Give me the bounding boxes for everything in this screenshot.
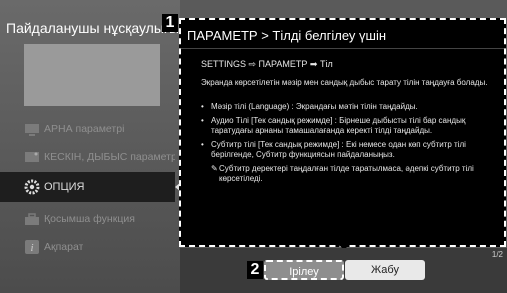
menu-item-picture-sound[interactable]: КЕСКІН, ДЫБЫС параметр: [0, 142, 175, 172]
dialog-description: Экранда көрсетілетін мәзір мен сандық ды…: [201, 78, 488, 87]
menu-item-label: АРНА параметрі: [44, 123, 125, 135]
menu-item-label: Қосымша функция: [44, 213, 135, 225]
note-text: Субтитр деректері таңдалған тілде тараты…: [219, 163, 474, 184]
bullet-icon: •: [201, 102, 204, 111]
menu-item-label: КЕСКІН, ДЫБЫС параметр: [44, 151, 175, 163]
menu-path: SETTINGS ⇨ ПАРАМЕТР ➡ Тіл: [201, 59, 333, 69]
bullet-text: Мәзір тілі (Language) : Экрандағы мәтін …: [211, 102, 418, 111]
left-panel: Пайдаланушы нұсқаулығы АРНА параметрі КЕ…: [0, 0, 181, 293]
tv-icon: [24, 121, 40, 137]
menu-item-channel[interactable]: АРНА параметрі: [0, 114, 175, 144]
note: ✎ Субтитр деректері таңдалған тілде тара…: [211, 164, 501, 185]
prev-button[interactable]: Ірілеу: [264, 260, 344, 280]
dialog-title: ПАРАМЕТР > Тілді белгілеу үшін: [187, 28, 387, 43]
menu-item-label: Ақпарат: [44, 241, 84, 253]
list-item: • Субтитр тілі [Тек сандық режимде] : Ек…: [201, 140, 501, 161]
menu-item-option[interactable]: ОПЦИЯ: [0, 172, 181, 202]
list-item: • Аудио Тілі [Тек сандық режимде] : Бірн…: [201, 116, 501, 137]
gear-icon: [24, 179, 40, 195]
callout-badge-1: 1: [162, 14, 178, 32]
picture-icon: [24, 149, 40, 165]
screen: Пайдаланушы нұсқаулығы АРНА параметрі КЕ…: [0, 0, 507, 293]
menu-item-label: ОПЦИЯ: [44, 181, 85, 193]
bullet-text: Субтитр тілі [Тек сандық режимде] : Екі …: [211, 139, 466, 160]
close-button[interactable]: Жабу: [345, 260, 425, 280]
title-divider: [181, 48, 504, 49]
toolbox-icon: [24, 211, 40, 227]
help-dialog: ПАРАМЕТР > Тілді белгілеу үшін SETTINGS …: [179, 18, 506, 247]
svg-text:i: i: [30, 242, 33, 254]
bullet-icon: •: [201, 139, 204, 149]
menu-item-info[interactable]: i Ақпарат: [0, 232, 175, 262]
note-icon: ✎: [211, 163, 218, 173]
panel-title: Пайдаланушы нұсқаулығы: [6, 20, 180, 36]
page-indicator: 1/2: [491, 250, 503, 259]
bullet-list: • Мәзір тілі (Language) : Экрандағы мәті…: [201, 102, 501, 185]
bullet-icon: •: [201, 115, 204, 125]
bullet-text: Аудио Тілі [Тек сандық режимде] : Бірнеш…: [211, 115, 466, 136]
info-icon: i: [24, 239, 40, 255]
list-item: • Мәзір тілі (Language) : Экрандағы мәті…: [201, 102, 501, 113]
preview-thumbnail: [24, 44, 160, 106]
callout-badge-2: 2: [247, 261, 263, 279]
menu-item-extra[interactable]: Қосымша функция: [0, 204, 175, 234]
